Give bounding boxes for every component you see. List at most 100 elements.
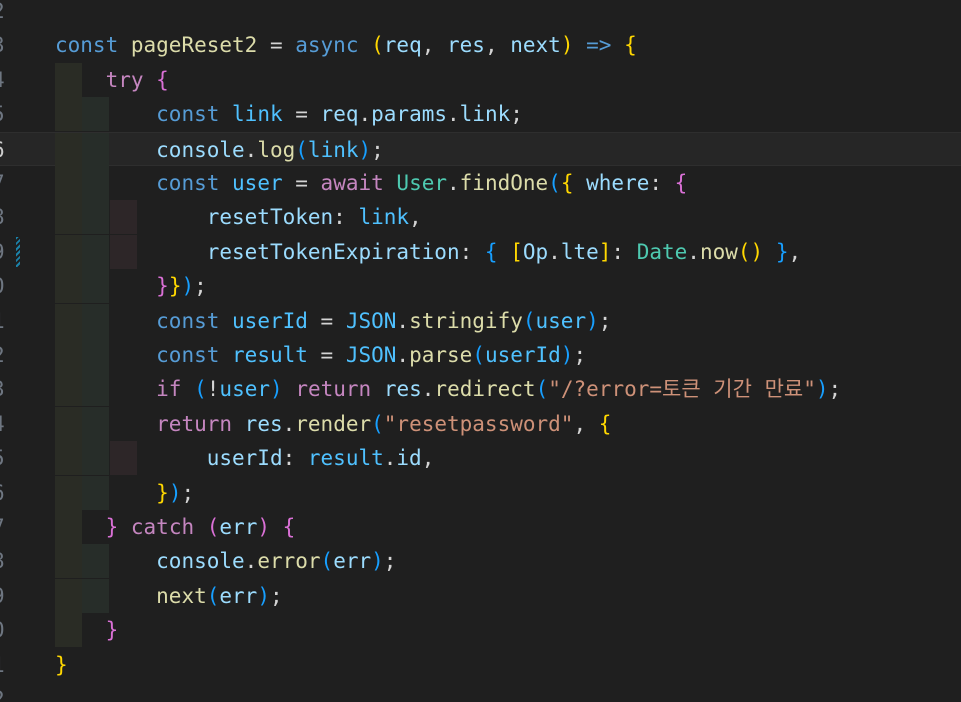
code-line[interactable]: 2 — [0, 682, 961, 702]
code-token: console — [156, 549, 245, 574]
code-token: => — [586, 33, 612, 58]
code-token: ) — [560, 33, 574, 58]
code-token: . — [244, 549, 258, 574]
code-token: , — [484, 33, 511, 58]
code-token: . — [358, 102, 372, 127]
code-token: ( — [206, 583, 220, 608]
code-token: ( — [371, 33, 384, 58]
code-line[interactable]: 8 console.error(err); — [0, 544, 961, 579]
code-line[interactable]: 1 const userId = JSON.stringify(user); — [0, 303, 961, 338]
code-line[interactable]: 0 }}); — [0, 269, 961, 304]
code-token: log — [257, 137, 296, 162]
code-line[interactable]: 4 try { — [0, 62, 961, 97]
code-token: ; — [181, 480, 195, 505]
code-line[interactable]: 9 next(err); — [0, 578, 961, 613]
code-token: userId — [232, 308, 308, 333]
code-token: req — [383, 33, 422, 58]
line-number: 1 — [0, 304, 12, 338]
code-text: const result = JSON.parse(userId); — [55, 338, 586, 372]
code-line[interactable]: 9 resetTokenExpiration: { [Op.lte]: Date… — [0, 234, 961, 269]
code-token: err — [219, 583, 258, 608]
code-token: user — [219, 377, 270, 402]
line-number: 4 — [0, 63, 12, 97]
code-token: link — [307, 137, 359, 162]
line-number: 1 — [0, 648, 12, 682]
code-token: ; — [371, 137, 384, 162]
code-token: Op — [522, 239, 549, 264]
code-token: { — [484, 239, 498, 264]
code-line[interactable]: 2 — [0, 0, 961, 28]
code-token: lte — [560, 239, 599, 264]
line-number: 0 — [0, 613, 12, 647]
code-line[interactable]: 7 const user = await User.findOne({ wher… — [0, 166, 961, 200]
code-text: if (!user) return res.redirect("/?error=… — [55, 372, 841, 406]
code-token: try — [105, 67, 144, 92]
line-number: 9 — [0, 235, 12, 269]
code-line[interactable]: 6 console.log(link); — [0, 131, 961, 167]
code-token: = — [257, 33, 296, 58]
code-line[interactable]: 0 } — [0, 613, 961, 648]
code-token: } — [775, 239, 789, 264]
code-token: Date — [636, 239, 688, 264]
code-token: userId — [484, 343, 561, 367]
code-line[interactable]: 1} — [0, 648, 961, 682]
code-text: try { — [55, 63, 169, 97]
code-token: const — [156, 308, 220, 333]
code-token: } — [55, 652, 68, 677]
code-token: next — [156, 583, 207, 608]
code-token: if — [156, 377, 182, 402]
code-token: user — [535, 308, 587, 333]
code-token: User — [396, 171, 447, 195]
code-token: link — [358, 205, 410, 230]
code-line[interactable]: 2 const result = JSON.parse(userId); — [0, 338, 961, 372]
code-token: res — [383, 377, 422, 402]
code-token: = — [307, 343, 346, 367]
code-token: } — [168, 274, 182, 299]
code-token: . — [447, 171, 460, 195]
code-line[interactable]: 5 const link = req.params.link; — [0, 97, 961, 132]
code-token: const — [156, 171, 220, 195]
code-line[interactable]: 4 return res.render("resetpassword", { — [0, 406, 961, 441]
code-token: { — [282, 515, 296, 539]
code-line[interactable]: 7 } catch (err) { — [0, 510, 961, 544]
code-token: . — [421, 377, 435, 402]
code-token: findOne — [459, 171, 549, 195]
code-editor[interactable]: 23const pageReset2 = async (req, res, ne… — [0, 0, 961, 702]
code-token: = — [282, 171, 321, 195]
modified-line-marker[interactable] — [16, 236, 20, 267]
code-token: result — [232, 343, 308, 367]
code-line[interactable]: 3 const pageReset2 = async (req, res, nex… — [0, 28, 961, 62]
code-token: ( — [320, 549, 334, 574]
code-line[interactable]: 3 if (!user) return res.redirect("/?erro… — [0, 372, 961, 407]
code-token: "/?error=토큰 기간 만료" — [548, 377, 816, 402]
code-line[interactable]: 6 }); — [0, 475, 961, 510]
code-token: link — [232, 102, 283, 127]
code-text: }); — [55, 476, 194, 510]
code-line[interactable]: 8 resetToken: link, — [0, 200, 961, 235]
code-line[interactable]: 5 userId: result.id, — [0, 441, 961, 476]
code-token: ( — [535, 377, 549, 402]
code-token: params — [371, 102, 447, 127]
